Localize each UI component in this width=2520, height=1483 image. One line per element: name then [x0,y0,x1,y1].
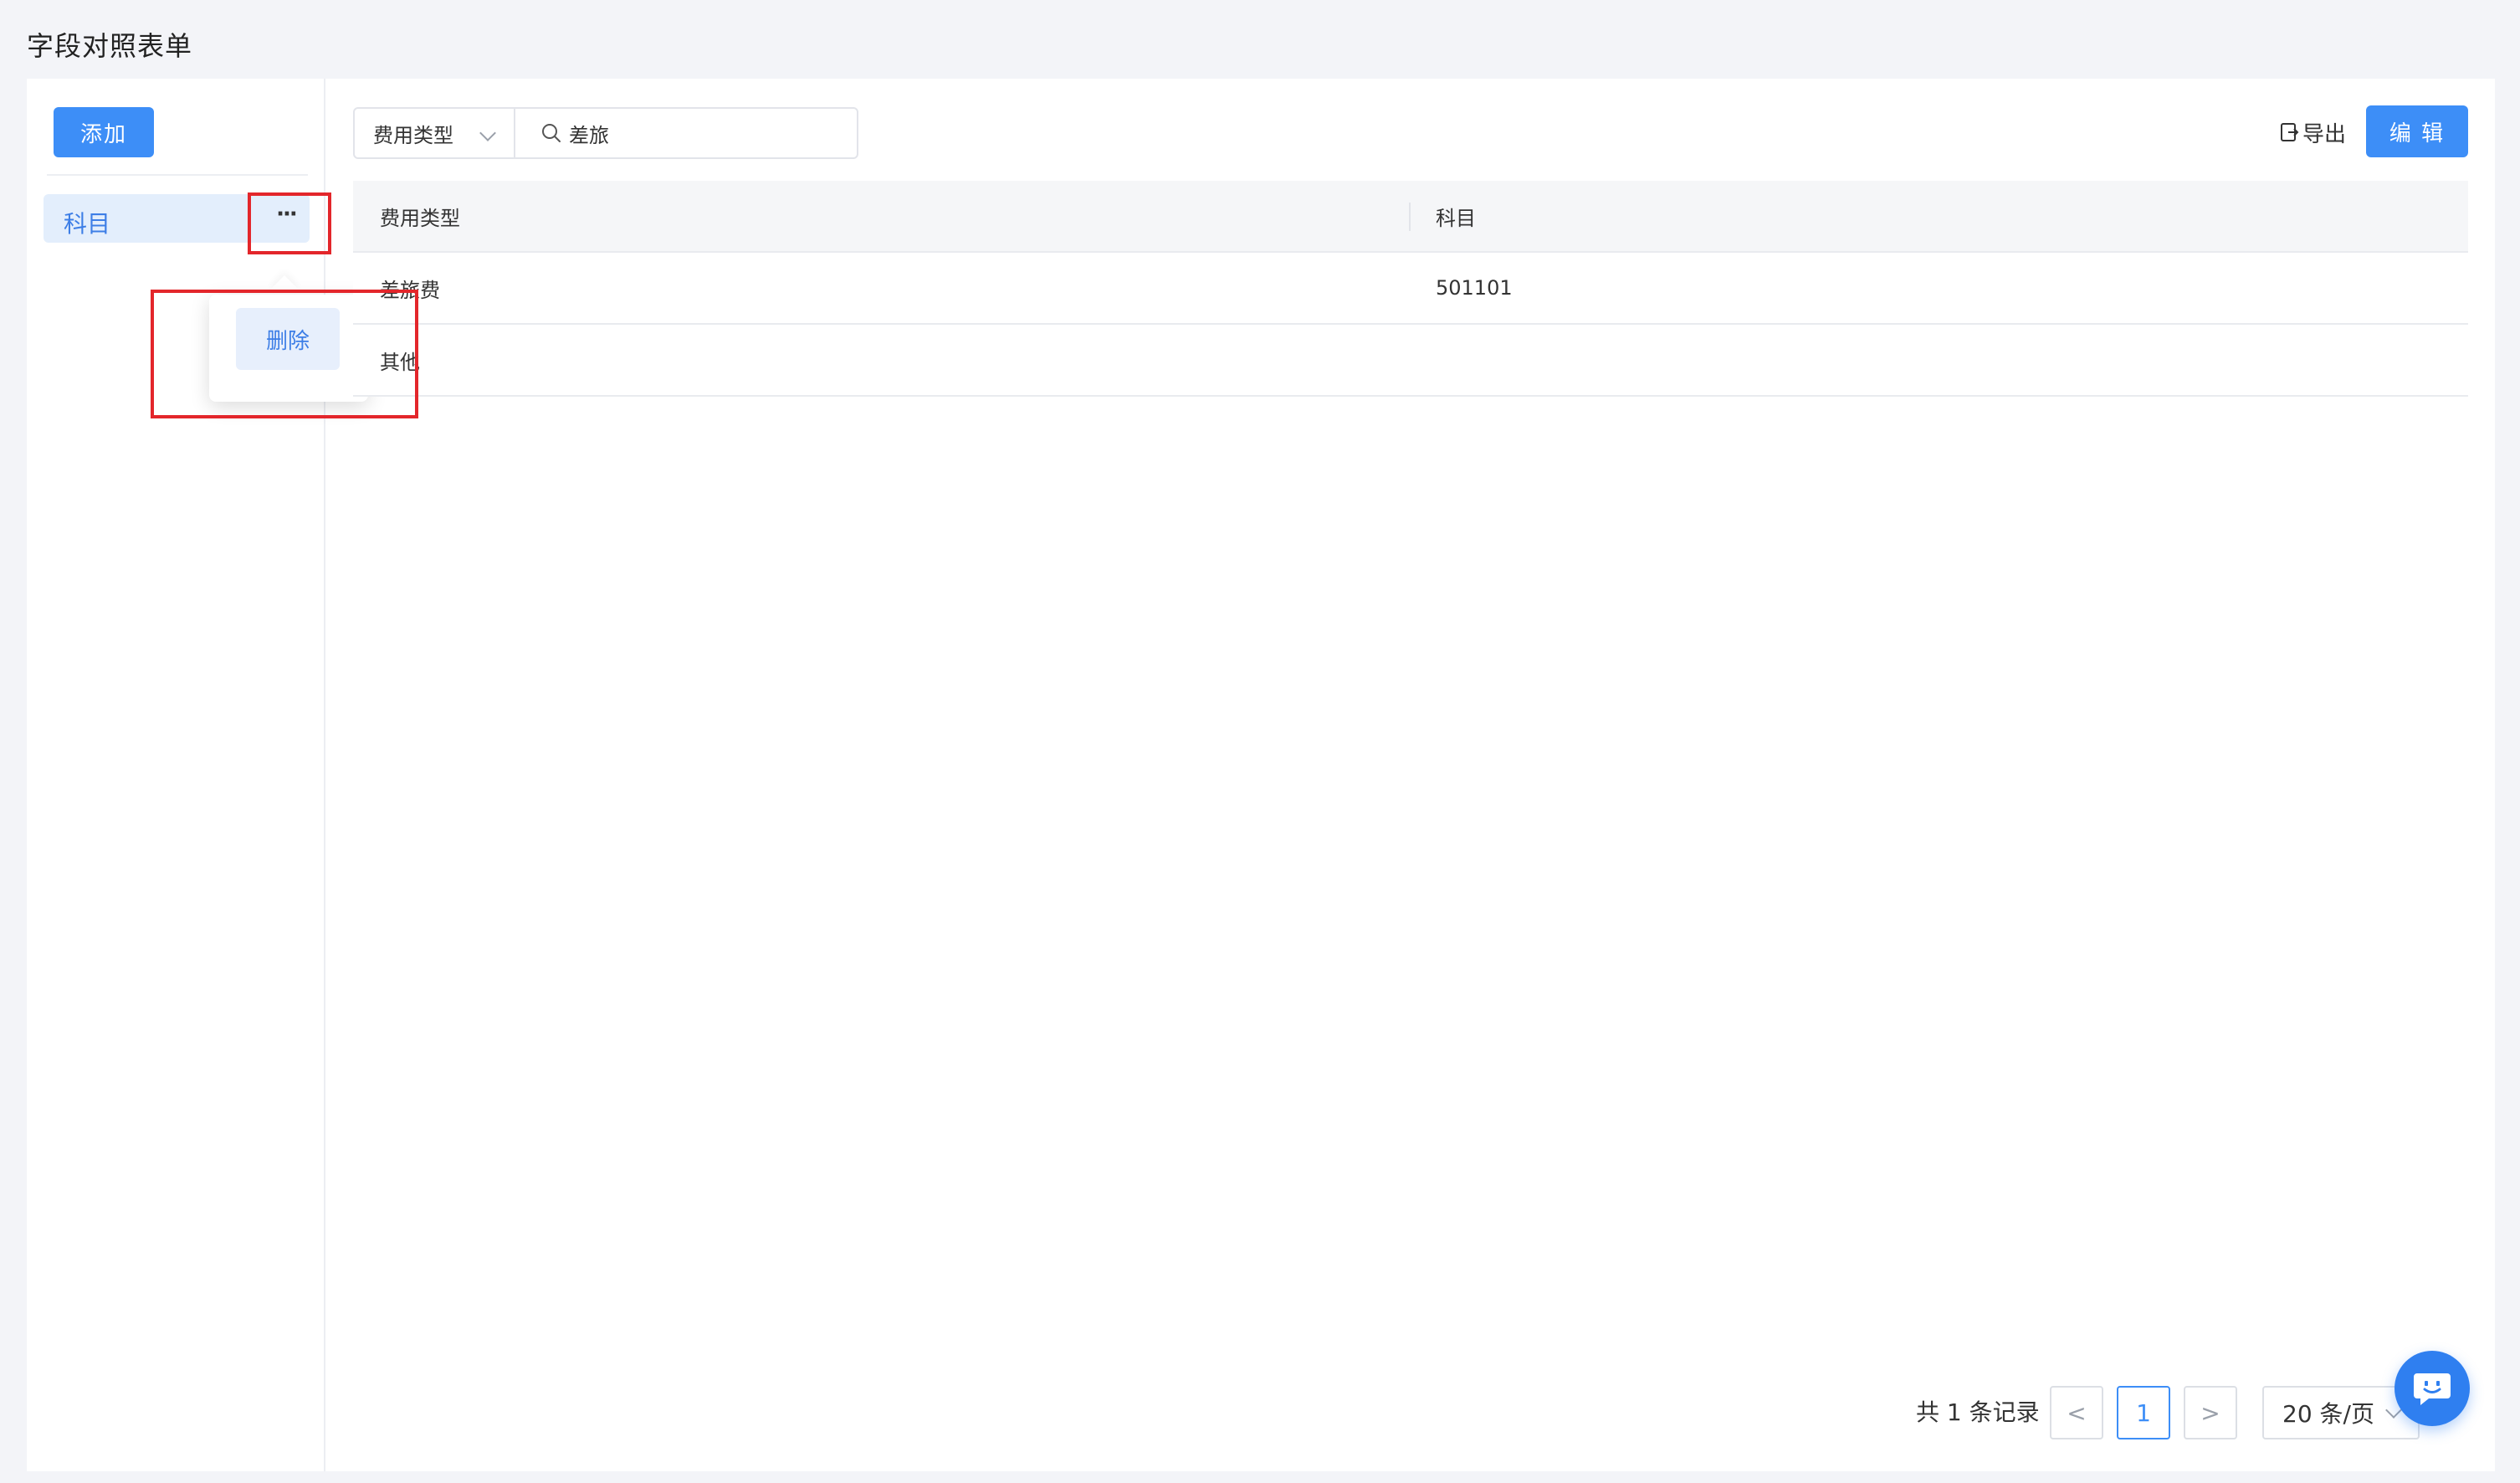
chevron-down-icon [479,125,496,141]
filter-field-label: 费用类型 [373,123,453,147]
more-icon[interactable]: ··· [269,198,303,231]
divider [47,174,308,176]
edit-button[interactable]: 编 辑 [2366,105,2468,157]
search-icon [540,122,562,144]
export-label: 导出 [2302,121,2347,147]
page-size-label: 20 条/页 [2282,1400,2374,1428]
filter-group: 费用类型 差旅 [353,107,858,159]
delete-menu-item[interactable]: 删除 [236,308,340,370]
column-separator [1409,203,1411,231]
pagination-total: 共 1 条记录 [1916,1398,2040,1426]
search-value: 差旅 [569,123,609,147]
cell-fee-type: 差旅费 [380,278,440,302]
page-number-current[interactable]: 1 [2117,1386,2170,1439]
page-title: 字段对照表单 [27,30,193,62]
filter-field-select[interactable]: 费用类型 [355,109,515,157]
add-button[interactable]: 添加 [54,107,154,157]
tree-item-subject[interactable]: 科目 ··· [44,194,310,243]
chat-icon[interactable] [2395,1351,2470,1426]
table-header: 费用类型 科目 [353,181,2468,253]
export-button[interactable]: 导出 [2279,115,2346,149]
cell-subject: 501101 [1436,276,1513,300]
left-panel: 添加 科目 ··· 删除 [27,79,368,1471]
export-icon [2279,121,2299,143]
action-popover: 删除 [209,295,368,402]
table-row[interactable]: 差旅费 501101 [353,253,2468,325]
next-page-button[interactable]: > [2184,1386,2237,1439]
main-card: 添加 科目 ··· 删除 费用类型 差旅 导出 编 辑 费用类型 科目 差旅费 … [27,79,2495,1471]
column-header-subject[interactable]: 科目 [1436,181,1476,251]
cell-fee-type: 其他 [380,350,420,374]
search-input[interactable]: 差旅 [515,109,857,157]
column-header-fee-type[interactable]: 费用类型 [380,181,460,251]
prev-page-button[interactable]: < [2050,1386,2103,1439]
tree-item-label: 科目 [64,210,111,238]
table-row[interactable]: 其他 [353,325,2468,397]
